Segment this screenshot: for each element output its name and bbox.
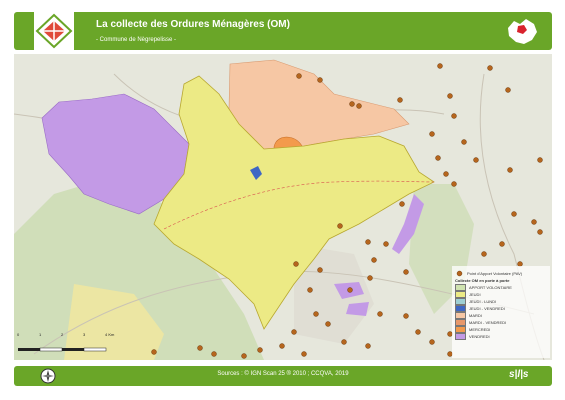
scale-tick-4: 4 Km <box>105 332 115 337</box>
map-title: La collecte des Ordures Ménagères (OM) <box>96 19 290 30</box>
legend-item: JEUDI - LUNDI <box>455 298 547 305</box>
legend-item: JEUDI <box>455 291 547 298</box>
scale-tick-2: 2 <box>61 332 64 337</box>
scale-tick-3: 3 <box>83 332 86 337</box>
legend-group-title: Collecte OM en porte à porte <box>455 278 510 283</box>
legend-pav-label: Point d'Apport Volontaire (PAV) <box>467 271 523 276</box>
scale-bar: 0 1 2 3 4 Km <box>17 332 128 358</box>
legend-item-label: JEUDI - LUNDI <box>469 299 497 304</box>
legend-item-label: MERCREDI <box>469 327 491 332</box>
legend-swatch <box>455 298 466 305</box>
title-banner: La collecte des Ordures Ménagères (OM) -… <box>14 12 552 50</box>
legend-swatch <box>455 284 466 291</box>
legend-item: APPORT VOLONTAIRE <box>455 284 547 291</box>
pav-dot-icon <box>456 270 463 277</box>
legend-swatch <box>455 319 466 326</box>
legend-item: JEUDI - VENDREDI <box>455 305 547 312</box>
brand-logo: s|l|s <box>509 369 529 380</box>
scale-tick-1: 1 <box>39 332 42 337</box>
legend-swatch <box>455 326 466 333</box>
legend-item-label: MARDI - VENDREDI <box>469 320 507 325</box>
legend-item-label: JEUDI - VENDREDI <box>469 306 505 311</box>
legend-swatch <box>455 312 466 319</box>
legend-item: MARDI <box>455 312 547 319</box>
legend-swatch <box>455 305 466 312</box>
map-subtitle: - Commune de Nègrepelisse - <box>96 37 177 43</box>
legend-item: MARDI - VENDREDI <box>455 319 547 326</box>
sources-text: Sources : © IGN Scan 25 ® 2010 ; CCQVA, … <box>217 371 349 377</box>
legend-item-label: APPORT VOLONTAIRE <box>469 285 512 290</box>
legend-item-label: MARDI <box>469 313 482 318</box>
scale-tick-0: 0 <box>17 332 20 337</box>
locator-map <box>508 19 537 44</box>
legend-swatch <box>455 291 466 298</box>
community-logo <box>34 12 74 50</box>
map-legend: Point d'Apport Volontaire (PAV) Collecte… <box>455 270 547 340</box>
footer-banner: Sources : © IGN Scan 25 ® 2010 ; CCQVA, … <box>14 366 552 386</box>
legend-pav: Point d'Apport Volontaire (PAV) <box>455 270 547 277</box>
legend-item: VENDREDI <box>455 333 547 340</box>
legend-swatch <box>455 333 466 340</box>
legend-item-label: JEUDI <box>469 292 481 297</box>
scale-bar-graphic <box>18 347 107 352</box>
legend-items: APPORT VOLONTAIRE JEUDI JEUDI - LUNDI JEUDI… <box>455 284 547 340</box>
legend-item: MERCREDI <box>455 326 547 333</box>
legend-item-label: VENDREDI <box>469 334 490 339</box>
